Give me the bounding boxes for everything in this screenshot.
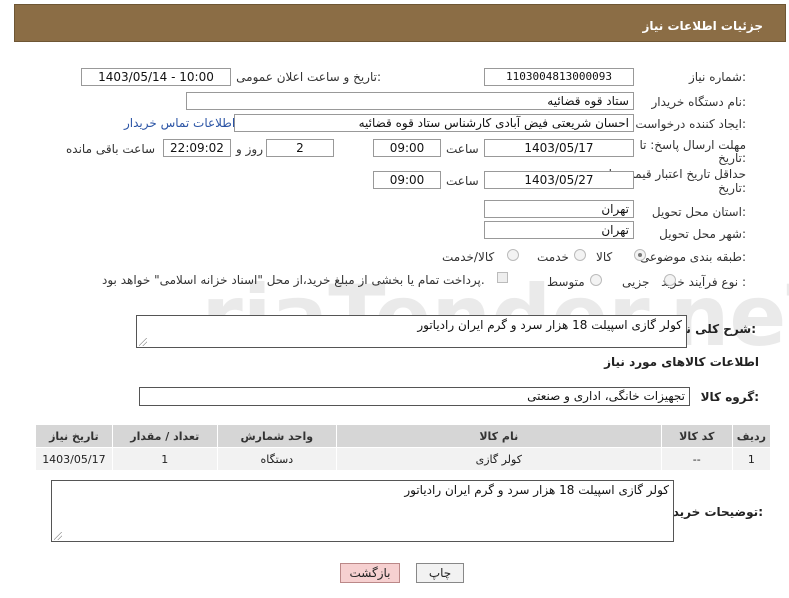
remaining-time-label: ساعت باقی مانده xyxy=(66,142,156,156)
category-radio-service[interactable] xyxy=(574,249,586,261)
col-row-number: ردیف xyxy=(731,424,772,448)
city-field: تهران xyxy=(484,221,634,239)
process-option-minor: جزیی xyxy=(622,275,650,289)
buyer-notes-text: کولر گازی اسپیلت 18 هزار سرد و گرم ایران… xyxy=(404,483,669,497)
process-radio-medium[interactable] xyxy=(590,274,602,286)
buyer-notes-label: توضیحات خریدار: xyxy=(661,505,763,519)
category-radio-goods[interactable] xyxy=(634,249,646,261)
province-field: تهران xyxy=(484,200,634,218)
remaining-days-label: روز و xyxy=(236,142,263,156)
cell-need-date: 1403/05/17 xyxy=(35,447,113,471)
remaining-time-field: 22:09:02 xyxy=(163,139,231,157)
buyer-contact-link[interactable]: اطلاعات تماس خریدار xyxy=(124,116,235,130)
col-item-code: کد کالا xyxy=(660,424,733,448)
col-need-date: تاریخ نیاز xyxy=(35,424,113,448)
reply-deadline-time-label: ساعت xyxy=(446,142,479,156)
col-item-name: نام کالا xyxy=(335,424,662,448)
category-label: طبقه بندی موضوعی: xyxy=(639,250,746,264)
cell-row-number: 1 xyxy=(731,447,772,471)
price-validity-label-date: تاریخ: xyxy=(718,181,746,195)
cell-quantity: 1 xyxy=(111,447,218,471)
need-number-field: 1103004813000093 xyxy=(484,68,634,86)
reply-deadline-label: مهلت ارسال پاسخ: تا xyxy=(639,138,746,152)
back-button[interactable]: بازگشت xyxy=(340,563,400,583)
treasury-note: پرداخت تمام یا بخشی از مبلغ خرید،از محل … xyxy=(102,273,485,287)
requester-field: احسان شریعتی فیض آبادی کارشناس ستاد قوه … xyxy=(234,114,634,132)
goods-group-field: تجهیزات خانگی، اداری و صنعتی xyxy=(139,387,690,406)
buyer-org-label: نام دستگاه خریدار: xyxy=(651,95,747,109)
goods-table: ردیف کد کالا نام کالا واحد شمارش تعداد /… xyxy=(35,424,772,471)
description-text: کولر گازی اسپیلت 18 هزار سرد و گرم ایران… xyxy=(417,318,682,332)
price-validity-time-field: 09:00 xyxy=(373,171,441,189)
category-option-service: خدمت xyxy=(537,250,569,264)
treasury-checkbox[interactable] xyxy=(497,272,508,283)
buyer-org-field: ستاد قوه قضائیه xyxy=(186,92,634,110)
cell-item-code: -- xyxy=(660,447,733,471)
price-validity-date-field: 1403/05/27 xyxy=(484,171,634,189)
cell-unit: دستگاه xyxy=(216,447,337,471)
city-label: شهر محل تحویل: xyxy=(659,227,746,241)
reply-deadline-date-field: 1403/05/17 xyxy=(484,139,634,157)
announce-datetime-field: 1403/05/14 - 10:00 xyxy=(81,68,231,86)
print-button[interactable]: چاپ xyxy=(416,563,464,583)
province-label: استان محل تحویل: xyxy=(651,205,746,219)
reply-deadline-time-field: 09:00 xyxy=(373,139,441,157)
need-number-label: شماره نیاز: xyxy=(688,70,746,84)
cell-item-name: کولر گازی xyxy=(335,447,662,471)
category-option-goods-service: کالا/خدمت xyxy=(442,250,495,264)
goods-group-label: گروه کالا: xyxy=(700,390,759,404)
buyer-notes-textarea[interactable]: کولر گازی اسپیلت 18 هزار سرد و گرم ایران… xyxy=(51,480,674,542)
process-option-medium: متوسط xyxy=(547,275,585,289)
announce-datetime-label: تاریخ و ساعت اعلان عمومی: xyxy=(236,70,381,84)
page-title: جزئیات اطلاعات نیاز xyxy=(642,19,763,33)
goods-section-title: اطلاعات کالاهای مورد نیاز xyxy=(604,355,759,369)
page-header: جزئیات اطلاعات نیاز xyxy=(14,4,786,42)
process-radio-minor[interactable] xyxy=(664,274,676,286)
goods-table-header: ردیف کد کالا نام کالا واحد شمارش تعداد /… xyxy=(35,424,772,448)
col-quantity: تعداد / مقدار xyxy=(111,424,218,448)
price-validity-time-label: ساعت xyxy=(446,174,479,188)
category-radio-goods-service[interactable] xyxy=(507,249,519,261)
resize-handle[interactable] xyxy=(54,532,62,540)
category-option-goods: کالا xyxy=(596,250,613,264)
requester-label: ایجاد کننده درخواست: xyxy=(635,117,746,131)
col-unit: واحد شمارش xyxy=(216,424,337,448)
reply-deadline-label-date: تاریخ: xyxy=(718,151,746,165)
description-textarea[interactable]: کولر گازی اسپیلت 18 هزار سرد و گرم ایران… xyxy=(136,315,687,348)
table-row: 1 -- کولر گازی دستگاه 1 1403/05/17 xyxy=(35,447,772,471)
remaining-days-field: 2 xyxy=(266,139,334,157)
resize-handle[interactable] xyxy=(139,338,147,346)
